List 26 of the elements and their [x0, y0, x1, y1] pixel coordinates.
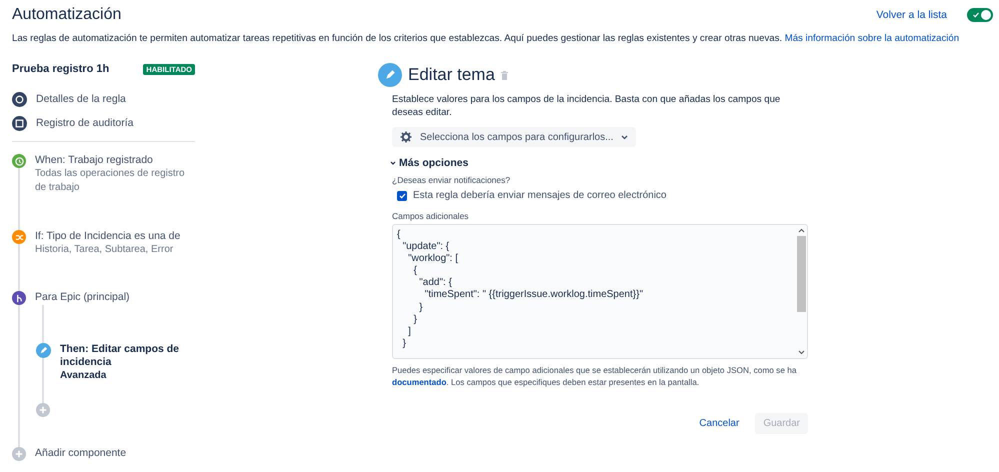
step-detail: Avanzada	[60, 369, 108, 383]
more-options-toggle[interactable]: Más opciones	[390, 157, 468, 169]
page-description: Las reglas de automatización te permiten automatizar tareas repetitivas en función de los criterios que establezcas. Aquí puedes gestionar las reglas existentes y crear otras nuevas. Más información sobre la automatización	[12, 33, 960, 44]
notify-question: ¿Deseas enviar notificaciones?	[392, 175, 512, 185]
step-title[interactable]: Then: Editar campos de incidencia	[60, 343, 195, 369]
step-title[interactable]: Para Epic (principal)	[35, 291, 130, 304]
json-field[interactable]: { "update": { "worklog": [ { "add": { "timeSpent": " {{triggerIssue.worklog.timeSpent}}" } } ] }	[392, 224, 808, 359]
learn-more-link[interactable]: Más información sobre la automatización	[784, 33, 960, 44]
step-title[interactable]: Añadir componente	[35, 447, 126, 460]
notify-label: Esta regla debería enviar mensajes de correo electrónico	[413, 190, 666, 201]
field-select[interactable]: Selecciona los campos para configurarlos...	[392, 127, 636, 147]
step-title[interactable]: If: Tipo de Incidencia es una de	[35, 230, 180, 243]
step-title[interactable]: When: Trabajo registrado	[35, 154, 195, 167]
documentation-link[interactable]: documentado	[392, 377, 446, 387]
editor-title: Editar tema	[408, 65, 495, 85]
help-text: Puedes especificar valores de campo adicionales que se establecerán utilizando un objeto JSON, como se ha documentado. Los campos que especifiques deben estar presentes en la pantalla.	[392, 364, 798, 388]
cancel-button[interactable]: Cancelar	[691, 413, 748, 434]
step-detail: Historia, Tarea, Subtarea, Error	[35, 243, 174, 257]
editor-description: Establece valores para los campos de la incidencia. Basta con que añadas los campos que deseas editar.	[392, 93, 782, 119]
field-label: Campos adicionales	[392, 211, 470, 221]
step-detail: Todas las operaciones de registro de trabajo	[35, 167, 186, 195]
rule-name: Prueba registro 1h	[12, 63, 110, 75]
nav-link[interactable]: Registro de auditoría	[36, 117, 134, 129]
page-title: Automatización	[12, 6, 122, 24]
back-link[interactable]: Volver a la lista	[876, 9, 947, 21]
nav-link[interactable]: Detalles de la regla	[36, 93, 126, 105]
